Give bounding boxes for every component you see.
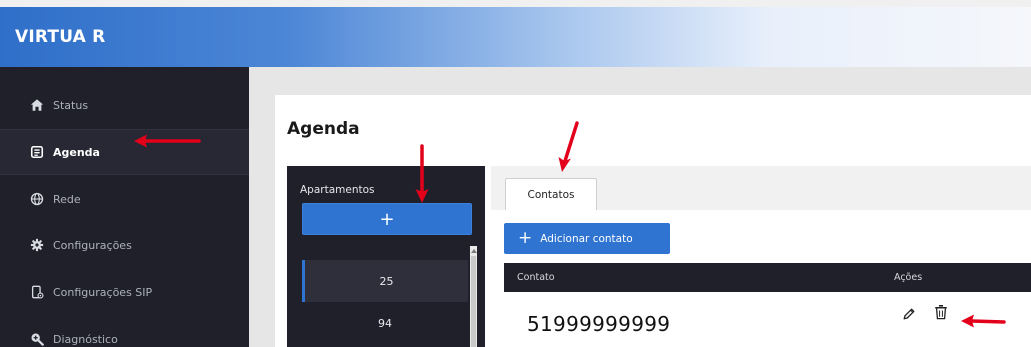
sidebar-item-rede[interactable]: Rede xyxy=(0,176,249,222)
add-apartment-button[interactable]: + xyxy=(302,203,472,235)
column-header-actions: Ações xyxy=(894,272,923,283)
apartment-item[interactable]: 25 xyxy=(302,260,468,302)
contacts-tab-body: + Adicionar contato Contato Ações 519999… xyxy=(491,210,1031,347)
app-window: VIRTUA R Status Agenda Rede Configuraçõe… xyxy=(0,0,1031,347)
sidebar-item-label: Rede xyxy=(53,192,81,206)
tab-contatos[interactable]: Contatos xyxy=(505,178,597,210)
gear-icon xyxy=(30,238,44,252)
contacts-area: Contatos + Adicionar contato Contato Açõ… xyxy=(491,166,1031,347)
sidebar-item-configuracoes[interactable]: Configurações xyxy=(0,222,249,268)
sidebar: Status Agenda Rede Configurações Configu… xyxy=(0,67,249,347)
agenda-card: Agenda Apartamentos + 25 94 Contatos + A… xyxy=(275,95,1031,347)
sidebar-item-diagnostico[interactable]: Diagnóstico xyxy=(0,316,249,347)
main-content: Agenda Apartamentos + 25 94 Contatos + A… xyxy=(249,67,1031,347)
sidebar-item-agenda[interactable]: Agenda xyxy=(0,129,249,175)
agenda-icon xyxy=(30,145,44,159)
scrollbar-thumb[interactable] xyxy=(471,256,476,347)
apartments-scrollbar[interactable] xyxy=(470,246,477,347)
column-header-contact: Contato xyxy=(517,272,555,283)
sidebar-item-status[interactable]: Status xyxy=(0,82,249,128)
sidebar-item-label: Diagnóstico xyxy=(53,332,118,346)
page-title: Agenda xyxy=(287,119,360,139)
apartments-panel: Apartamentos + 25 94 xyxy=(287,166,485,347)
add-contact-button[interactable]: + Adicionar contato xyxy=(504,223,670,254)
trash-icon[interactable] xyxy=(934,304,948,320)
edit-pencil-icon[interactable] xyxy=(902,306,916,320)
phone-settings-icon xyxy=(30,285,44,299)
tab-strip: Contatos xyxy=(491,166,1031,210)
table-row: 51999999999 xyxy=(504,292,1031,347)
diagnostic-search-icon xyxy=(30,332,44,346)
add-contact-label: Adicionar contato xyxy=(540,232,633,245)
apartment-item[interactable]: 94 xyxy=(302,302,468,344)
top-bar: VIRTUA R xyxy=(0,7,1031,67)
apartments-title: Apartamentos xyxy=(300,184,375,196)
sidebar-item-label: Status xyxy=(53,98,89,112)
apartments-list: 25 94 xyxy=(302,260,468,347)
sidebar-item-label: Configurações xyxy=(53,238,132,252)
contacts-table-header: Contato Ações xyxy=(504,263,1031,292)
home-icon xyxy=(30,98,44,112)
brand-title: VIRTUA R xyxy=(15,27,106,47)
contact-number: 51999999999 xyxy=(527,312,671,336)
plus-icon: + xyxy=(518,228,533,248)
sidebar-item-configuracoes-sip[interactable]: Configurações SIP xyxy=(0,269,249,315)
scroll-up-icon[interactable] xyxy=(471,249,477,253)
sidebar-item-label: Configurações SIP xyxy=(53,285,153,299)
globe-icon xyxy=(30,192,44,206)
sidebar-item-label: Agenda xyxy=(53,145,100,159)
